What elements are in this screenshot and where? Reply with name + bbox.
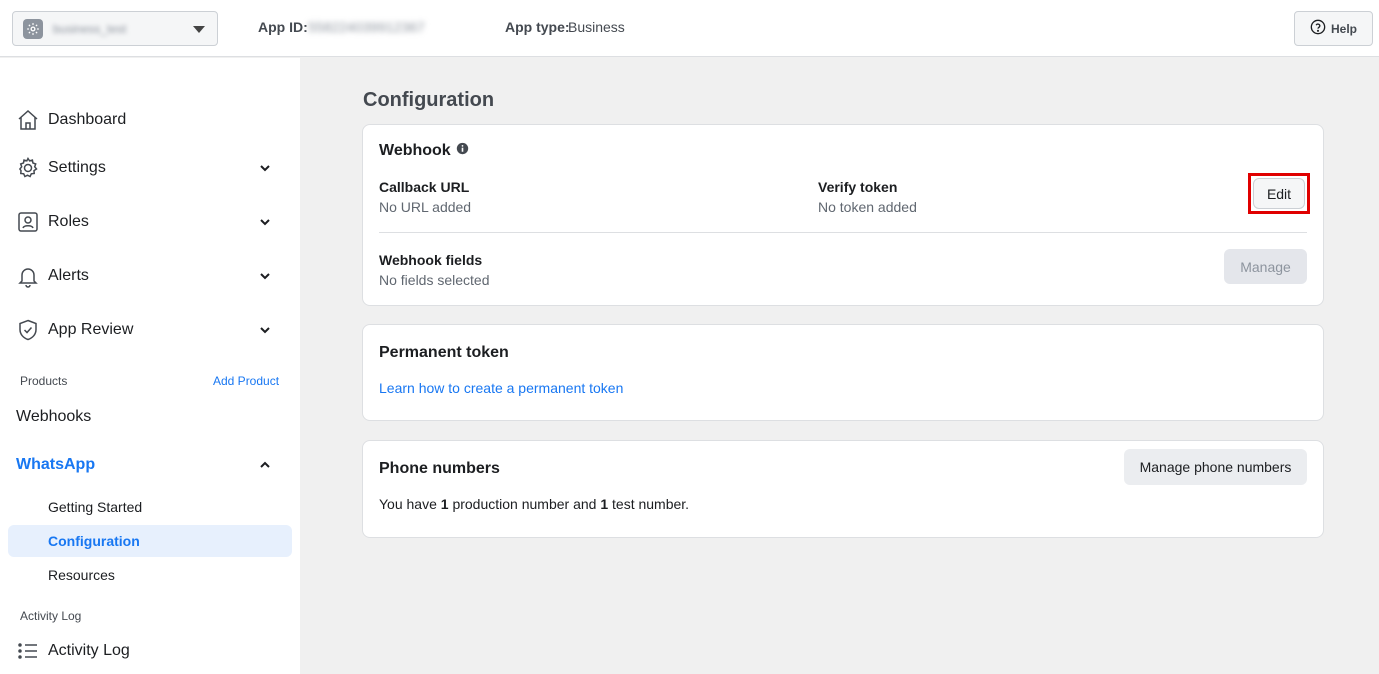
sidebar-item-label: Configuration — [48, 533, 140, 549]
sidebar-item-label: Alerts — [48, 267, 89, 284]
permanent-token-card: Permanent token Learn how to create a pe… — [362, 324, 1324, 421]
app-type-label: App type: — [505, 19, 570, 35]
home-icon — [16, 108, 40, 132]
callback-url-value: No URL added — [379, 199, 472, 215]
sidebar-subitem-getting-started[interactable]: Getting Started — [8, 491, 292, 523]
help-button[interactable]: Help — [1294, 11, 1373, 46]
app-gear-icon — [23, 19, 43, 39]
callback-url-label: Callback URL — [379, 179, 470, 195]
sidebar-item-dashboard[interactable]: Dashboard — [16, 104, 280, 136]
chevron-down-icon[interactable] — [258, 323, 272, 342]
webhook-title-row: Webhook — [379, 142, 469, 160]
sidebar-item-activity-log[interactable]: Activity Log — [16, 635, 280, 667]
chevron-up-icon[interactable] — [258, 458, 272, 477]
sidebar-item-label: Activity Log — [48, 642, 130, 659]
sidebar-item-app-review[interactable]: App Review — [16, 314, 280, 346]
chevron-down-icon[interactable] — [258, 215, 272, 234]
activity-log-section-label: Activity Log — [20, 609, 82, 623]
verify-token-value: No token added — [818, 199, 917, 215]
chevron-down-icon[interactable] — [258, 161, 272, 180]
permanent-token-link[interactable]: Learn how to create a permanent token — [379, 380, 623, 396]
question-circle-icon — [1310, 19, 1326, 38]
app-type-value: Business — [568, 19, 625, 35]
sidebar-item-label: Getting Started — [48, 499, 143, 515]
sidebar-item-webhooks[interactable]: Webhooks — [16, 401, 280, 433]
sidebar-item-label: Settings — [48, 159, 106, 176]
app-id-value: 558224039912367 — [308, 19, 425, 35]
sidebar-item-label: Roles — [48, 213, 89, 230]
phone-numbers-title: Phone numbers — [379, 460, 500, 477]
id-badge-icon — [16, 210, 40, 234]
phone-numbers-card: Phone numbers Manage phone numbers You h… — [362, 440, 1324, 538]
sidebar-item-label: WhatsApp — [16, 456, 96, 473]
bell-icon — [16, 264, 40, 288]
webhook-card: Webhook Callback URL No URL added Verify… — [362, 124, 1324, 306]
webhook-title: Webhook — [379, 142, 451, 159]
sidebar-item-roles[interactable]: Roles — [16, 206, 280, 238]
sidebar-subitem-resources[interactable]: Resources — [8, 559, 292, 591]
sidebar-item-alerts[interactable]: Alerts — [16, 260, 280, 292]
chevron-down-icon[interactable] — [258, 269, 272, 288]
webhook-fields-label: Webhook fields — [379, 252, 483, 268]
manage-webhook-fields-button[interactable]: Manage — [1224, 249, 1307, 284]
shield-check-icon — [16, 318, 40, 342]
edit-webhook-button[interactable]: Edit — [1253, 178, 1305, 209]
sidebar-item-settings[interactable]: Settings — [16, 152, 280, 184]
sidebar-item-label: Webhooks — [16, 408, 92, 425]
app-id-label: App ID: — [258, 19, 308, 35]
chevron-down-icon — [193, 26, 205, 33]
phone-numbers-summary: You have 1 production number and 1 test … — [379, 496, 690, 512]
sidebar-item-label: Resources — [48, 567, 115, 583]
divider — [379, 232, 1307, 233]
top-bar: business_test App ID: 558224039912367 Ap… — [0, 0, 1379, 57]
gear-icon — [16, 156, 40, 180]
webhook-fields-value: No fields selected — [379, 272, 490, 288]
sidebar-item-label: App Review — [48, 321, 134, 338]
app-selector-dropdown[interactable]: business_test — [12, 11, 218, 46]
test-count: 1 — [600, 496, 609, 512]
manage-phone-numbers-button[interactable]: Manage phone numbers — [1124, 449, 1307, 485]
sidebar: Dashboard Settings Roles Alerts App Revi… — [0, 58, 300, 674]
info-icon[interactable] — [456, 142, 469, 160]
sidebar-item-label: Dashboard — [48, 111, 127, 128]
production-count: 1 — [440, 496, 449, 512]
app-name: business_test — [53, 22, 127, 36]
sidebar-item-whatsapp[interactable]: WhatsApp — [16, 449, 280, 481]
add-product-link[interactable]: Add Product — [213, 374, 279, 388]
help-label: Help — [1330, 21, 1357, 36]
list-icon — [16, 639, 40, 663]
page-title: Configuration — [363, 89, 495, 111]
permanent-token-title: Permanent token — [379, 344, 509, 361]
products-section-label: Products — [20, 374, 68, 388]
sidebar-subitem-configuration[interactable]: Configuration — [8, 525, 292, 557]
verify-token-label: Verify token — [818, 179, 898, 195]
